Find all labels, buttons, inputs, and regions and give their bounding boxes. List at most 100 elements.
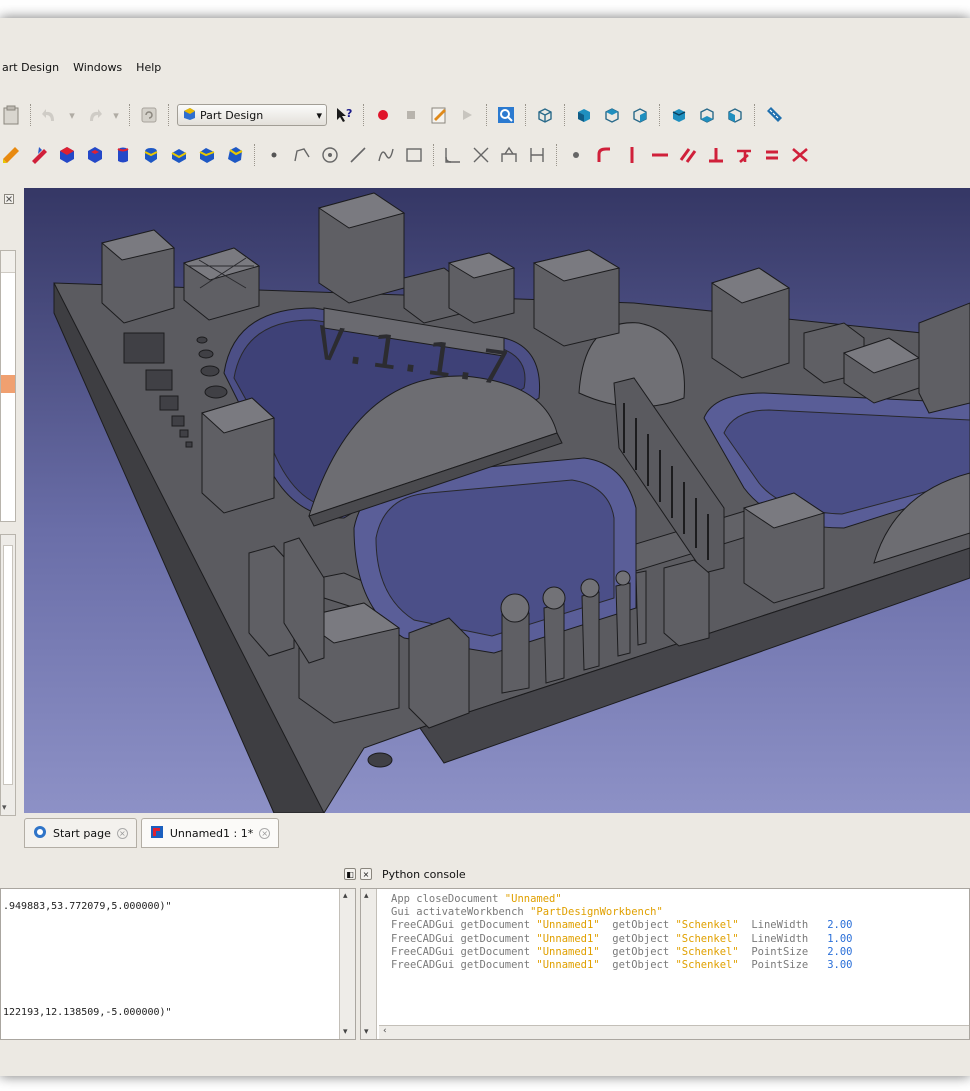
view-bottom-icon[interactable] [696,104,718,126]
console-token: getObject [599,932,676,945]
edit-macro-icon[interactable] [428,104,450,126]
svg-text:?: ? [346,107,352,120]
sketch-fillet-icon[interactable] [442,144,464,166]
scroll-up-icon[interactable]: ▴ [364,891,369,901]
redo-icon[interactable] [83,104,105,126]
menu-windows[interactable]: Windows [73,61,122,74]
stop-macro-icon[interactable] [400,104,422,126]
menu-help[interactable]: Help [136,61,161,74]
start-page-icon [33,825,47,842]
3d-viewport[interactable]: V.1.1.7 [24,188,970,813]
report-scrollbar[interactable]: ▴ ▾ [339,889,355,1039]
close-tab-icon[interactable]: × [259,827,271,839]
console-token: "Unnamed" [504,893,562,905]
tab-unnamed1[interactable]: Unnamed1 : 1* × [140,818,280,848]
sketch-bspline-icon[interactable] [375,144,397,166]
chamfer-icon[interactable] [196,144,218,166]
part-model-render: V.1.1.7 [53,192,970,813]
scroll-left-icon[interactable]: ‹ [383,1026,387,1036]
console-hscrollbar[interactable]: ‹ [379,1025,969,1039]
construction-mode-icon[interactable] [526,144,548,166]
app-window: art Design Windows Help ▾ ▾ Part Design … [0,18,970,1076]
console-line: FreeCADGui getDocument "Unnamed1" getObj… [391,959,853,972]
workbench-selector-value: Part Design [200,108,264,122]
toolbar-separator [168,104,169,126]
console-token: 2.00 [827,945,853,958]
report-view[interactable]: .949883,53.772079,5.000000)" 122193,12.1… [0,888,356,1040]
python-console[interactable]: ▴ ▾ App closeDocument "Unnamed" Gui activ… [360,888,970,1040]
tab-start-page-label: Start page [53,826,111,840]
refresh-icon[interactable] [138,104,160,126]
scroll-up-icon[interactable]: ▴ [343,891,348,901]
constrain-coincident-icon[interactable] [565,144,587,166]
toolbar-separator [564,104,565,126]
constrain-parallel-icon[interactable] [677,144,699,166]
view-fit-icon[interactable] [495,104,517,126]
constrain-perpendicular-icon[interactable] [705,144,727,166]
view-front-icon[interactable] [573,104,595,126]
sketch-line-icon[interactable] [347,144,369,166]
menu-bar: art Design Windows Help [0,56,970,78]
measure-distance-icon[interactable] [763,104,785,126]
console-token: FreeCADGui getDocument [391,945,537,958]
undo-dropdown-icon[interactable]: ▾ [67,104,77,126]
paste-icon[interactable] [0,104,22,126]
sketch-circle-icon[interactable] [319,144,341,166]
console-token: "Unnamed1" [536,919,600,932]
whats-this-icon[interactable]: ? [333,104,355,126]
scroll-down-icon[interactable]: ▾ [364,1027,369,1037]
revolution-icon[interactable] [112,144,134,166]
console-token: LineWidth [738,932,828,945]
console-token: "Unnamed1" [536,959,600,972]
close-tab-icon[interactable]: × [116,827,128,839]
draft-icon[interactable] [224,144,246,166]
property-scrollbar-track[interactable] [3,545,13,785]
view-right-icon[interactable] [629,104,651,126]
constrain-point-on-object-icon[interactable] [593,144,615,166]
view-axonometric-icon[interactable] [534,104,556,126]
groove-icon[interactable] [140,144,162,166]
console-scrollbar[interactable]: ▴ ▾ [361,889,377,1039]
property-panel[interactable]: ▾ [0,534,16,816]
view-top-icon[interactable] [601,104,623,126]
close-icon[interactable]: × [360,868,372,880]
undo-icon[interactable] [39,104,61,126]
sketch-rectangle-icon[interactable] [403,144,425,166]
run-macro-icon[interactable] [456,104,478,126]
new-sketch-icon[interactable] [0,144,22,166]
constrain-horizontal-icon[interactable] [649,144,671,166]
menu-part-design[interactable]: art Design [2,61,59,74]
view-rear-icon[interactable] [668,104,690,126]
fillet-icon[interactable] [168,144,190,166]
pocket-icon[interactable] [84,144,106,166]
record-macro-icon[interactable] [372,104,394,126]
toolbar-separator [525,104,526,126]
close-icon[interactable] [4,194,14,207]
sketch-point-icon[interactable] [263,144,285,166]
tree-selected-item[interactable] [1,375,15,393]
sketch-trim-icon[interactable] [470,144,492,166]
sketch-polyline-icon[interactable] [291,144,313,166]
scroll-down-icon[interactable]: ▾ [2,803,7,813]
scroll-down-icon[interactable]: ▾ [343,1027,348,1037]
tab-start-page[interactable]: Start page × [24,818,137,848]
constrain-vertical-icon[interactable] [621,144,643,166]
part-design-icon [182,107,196,124]
combo-view-tree[interactable] [0,250,16,522]
console-line: FreeCADGui getDocument "Unnamed1" getObj… [391,919,853,932]
constrain-tangent-icon[interactable] [733,144,755,166]
pad-icon[interactable] [56,144,78,166]
view-left-icon[interactable] [724,104,746,126]
external-geometry-icon[interactable] [498,144,520,166]
workbench-selector[interactable]: Part Design ▾ [177,104,327,126]
constrain-symmetric-icon[interactable] [789,144,811,166]
console-token: Gui activateWorkbench [391,906,531,919]
constrain-equal-icon[interactable] [761,144,783,166]
console-token: getObject [599,919,676,932]
toolbar-separator [129,104,130,126]
edit-sketch-icon[interactable] [28,144,50,166]
redo-dropdown-icon[interactable]: ▾ [111,104,121,126]
toolbar-separator [556,144,557,166]
console-line: FreeCADGui getDocument "Unnamed1" getObj… [391,933,853,946]
float-panel-icon[interactable]: ◧ [344,868,356,880]
